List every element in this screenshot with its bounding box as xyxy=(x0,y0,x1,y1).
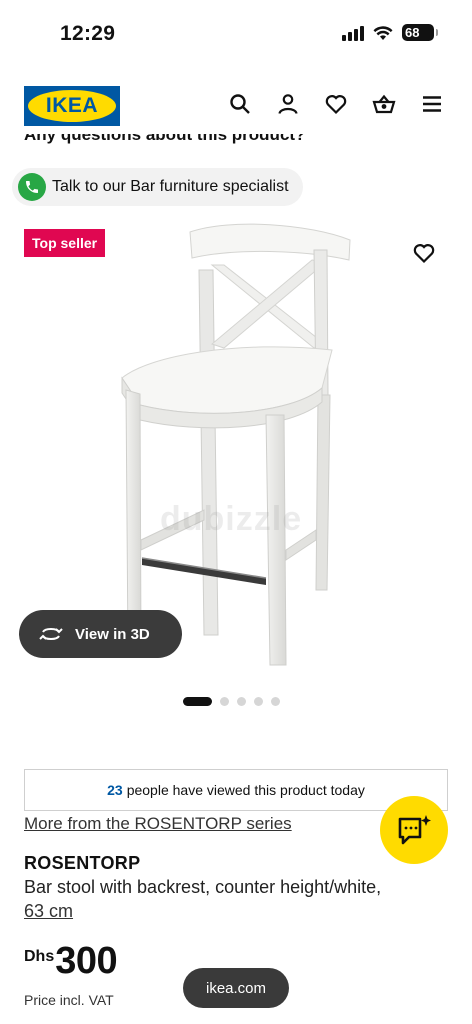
status-time: 12:29 xyxy=(60,22,116,45)
questions-heading: Any questions about this product? xyxy=(24,134,306,144)
carousel-dot[interactable] xyxy=(271,697,280,706)
header-nav xyxy=(228,92,444,116)
carousel-dot[interactable] xyxy=(220,697,229,706)
carousel-dot[interactable] xyxy=(183,697,212,706)
logo-text: IKEA xyxy=(45,94,99,117)
watermark: dubizzle xyxy=(160,500,303,538)
top-seller-badge: Top seller xyxy=(24,229,106,257)
battery-indicator: 68 xyxy=(402,24,438,41)
wifi-icon xyxy=(373,25,393,40)
chat-assistant-button[interactable] xyxy=(380,796,448,864)
price-currency: Dhs xyxy=(24,948,55,965)
site-header: IKEA xyxy=(0,64,472,140)
status-bar: 12:29 68 xyxy=(0,0,472,64)
signal-icon xyxy=(342,25,364,41)
favourite-heart-icon[interactable] xyxy=(412,241,436,265)
browser-url-pill[interactable]: ikea.com xyxy=(183,968,289,1008)
product-size-link[interactable]: 63 cm xyxy=(24,901,73,922)
view-in-3d-label: View in 3D xyxy=(75,625,150,643)
product-price: Dhs 300 xyxy=(24,940,118,983)
viewed-text: people have viewed this product today xyxy=(126,782,365,798)
status-icons: 68 xyxy=(342,24,438,41)
heart-icon[interactable] xyxy=(324,92,348,116)
chat-sparkle-icon xyxy=(398,815,431,845)
ikea-logo[interactable]: IKEA xyxy=(24,86,120,126)
rotate-3d-icon xyxy=(39,628,63,640)
image-carousel-dots xyxy=(183,697,280,706)
product-description: Bar stool with backrest, counter height/… xyxy=(24,877,382,897)
carousel-dot[interactable] xyxy=(254,697,263,706)
price-value: 300 xyxy=(55,940,118,982)
view-in-3d-button[interactable]: View in 3D xyxy=(19,610,182,658)
phone-icon xyxy=(18,173,46,201)
account-icon[interactable] xyxy=(276,92,300,116)
carousel-dot[interactable] xyxy=(237,697,246,706)
product-name: ROSENTORP xyxy=(24,853,141,873)
search-icon[interactable] xyxy=(228,92,252,116)
viewed-count-notice: 23 people have viewed this product today xyxy=(24,769,448,811)
menu-icon[interactable] xyxy=(420,92,444,116)
basket-icon[interactable] xyxy=(372,92,396,116)
specialist-label: Talk to our Bar furniture specialist xyxy=(52,178,289,195)
specialist-chat-button[interactable]: Talk to our Bar furniture specialist xyxy=(12,168,303,206)
viewed-count: 23 xyxy=(107,782,123,798)
series-link[interactable]: More from the ROSENTORP series xyxy=(24,814,292,834)
price-note: Price incl. VAT xyxy=(24,992,114,1008)
